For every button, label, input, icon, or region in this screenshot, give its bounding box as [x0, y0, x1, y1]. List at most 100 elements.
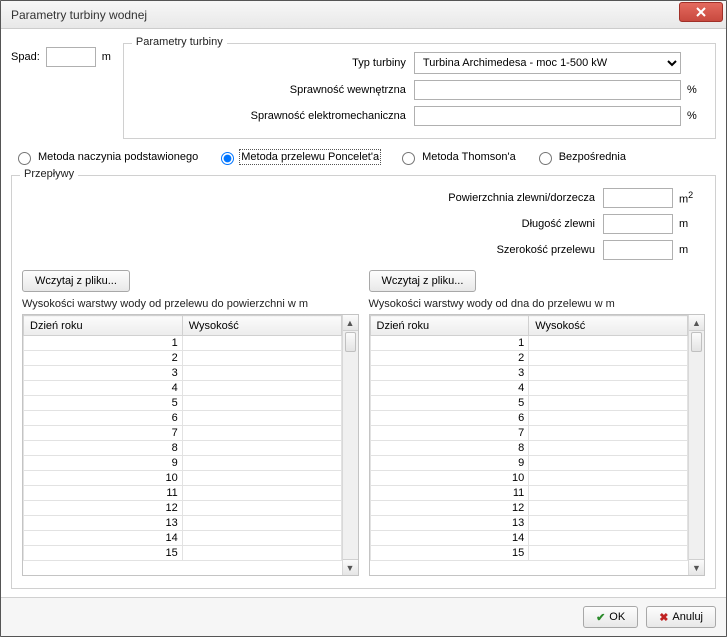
height-cell[interactable] [529, 411, 688, 426]
height-cell[interactable] [529, 486, 688, 501]
day-cell[interactable]: 5 [370, 396, 529, 411]
day-cell[interactable]: 2 [370, 351, 529, 366]
spad-input[interactable] [46, 47, 96, 67]
table-row[interactable]: 7 [24, 426, 342, 441]
height-cell[interactable] [182, 456, 341, 471]
height-cell[interactable] [182, 426, 341, 441]
height-cell[interactable] [529, 381, 688, 396]
day-cell[interactable]: 4 [24, 381, 183, 396]
height-cell[interactable] [529, 366, 688, 381]
day-cell[interactable]: 3 [24, 366, 183, 381]
day-cell[interactable]: 7 [24, 426, 183, 441]
table-row[interactable]: 1 [370, 336, 688, 351]
height-cell[interactable] [529, 471, 688, 486]
table-row[interactable]: 4 [370, 381, 688, 396]
table-row[interactable]: 6 [370, 411, 688, 426]
table-row[interactable]: 15 [24, 546, 342, 561]
day-cell[interactable]: 12 [370, 501, 529, 516]
eff-em-input[interactable] [414, 106, 681, 126]
table-row[interactable]: 3 [370, 366, 688, 381]
cancel-button[interactable]: ✖ Anuluj [646, 606, 716, 628]
height-cell[interactable] [182, 546, 341, 561]
height-cell[interactable] [529, 441, 688, 456]
height-cell[interactable] [182, 531, 341, 546]
scroll-up-icon[interactable]: ▲ [689, 315, 704, 331]
table-row[interactable]: 10 [370, 471, 688, 486]
height-cell[interactable] [182, 411, 341, 426]
day-cell[interactable]: 13 [370, 516, 529, 531]
table-row[interactable]: 8 [370, 441, 688, 456]
day-cell[interactable]: 3 [370, 366, 529, 381]
table-row[interactable]: 15 [370, 546, 688, 561]
length-input[interactable] [603, 214, 673, 234]
day-cell[interactable]: 6 [24, 411, 183, 426]
left-col-day[interactable]: Dzień roku [24, 316, 183, 336]
height-cell[interactable] [529, 546, 688, 561]
day-cell[interactable]: 13 [24, 516, 183, 531]
table-row[interactable]: 9 [24, 456, 342, 471]
height-cell[interactable] [182, 486, 341, 501]
day-cell[interactable]: 14 [24, 531, 183, 546]
height-cell[interactable] [182, 501, 341, 516]
method-option-3[interactable]: Metoda Thomson'a [397, 149, 516, 165]
day-cell[interactable]: 2 [24, 351, 183, 366]
table-row[interactable]: 12 [370, 501, 688, 516]
day-cell[interactable]: 11 [370, 486, 529, 501]
table-row[interactable]: 9 [370, 456, 688, 471]
scroll-up-icon[interactable]: ▲ [343, 315, 358, 331]
day-cell[interactable]: 15 [24, 546, 183, 561]
ok-button[interactable]: ✔ OK [583, 606, 638, 628]
right-col-day[interactable]: Dzień roku [370, 316, 529, 336]
table-row[interactable]: 13 [370, 516, 688, 531]
day-cell[interactable]: 12 [24, 501, 183, 516]
table-row[interactable]: 2 [24, 351, 342, 366]
height-cell[interactable] [182, 351, 341, 366]
height-cell[interactable] [529, 351, 688, 366]
scroll-down-icon[interactable]: ▼ [343, 559, 358, 575]
table-row[interactable]: 6 [24, 411, 342, 426]
load-file-button-right[interactable]: Wczytaj z pliku... [369, 270, 477, 292]
day-cell[interactable]: 5 [24, 396, 183, 411]
height-cell[interactable] [529, 426, 688, 441]
height-cell[interactable] [529, 501, 688, 516]
left-scrollbar[interactable]: ▲ ▼ [342, 315, 358, 575]
height-cell[interactable] [182, 516, 341, 531]
close-button[interactable] [679, 2, 723, 22]
height-cell[interactable] [182, 471, 341, 486]
day-cell[interactable]: 14 [370, 531, 529, 546]
day-cell[interactable]: 8 [370, 441, 529, 456]
day-cell[interactable]: 7 [370, 426, 529, 441]
table-row[interactable]: 3 [24, 366, 342, 381]
area-input[interactable] [603, 188, 673, 208]
table-row[interactable]: 8 [24, 441, 342, 456]
height-cell[interactable] [182, 396, 341, 411]
day-cell[interactable]: 6 [370, 411, 529, 426]
table-row[interactable]: 14 [370, 531, 688, 546]
scroll-thumb[interactable] [345, 332, 356, 352]
height-cell[interactable] [529, 531, 688, 546]
height-cell[interactable] [529, 336, 688, 351]
scroll-thumb[interactable] [691, 332, 702, 352]
height-cell[interactable] [182, 336, 341, 351]
day-cell[interactable]: 9 [24, 456, 183, 471]
day-cell[interactable]: 1 [370, 336, 529, 351]
height-cell[interactable] [182, 441, 341, 456]
day-cell[interactable]: 1 [24, 336, 183, 351]
turbine-type-select[interactable]: Turbina Archimedesa - moc 1-500 kW [414, 52, 681, 74]
table-row[interactable]: 1 [24, 336, 342, 351]
height-cell[interactable] [182, 366, 341, 381]
table-row[interactable]: 5 [24, 396, 342, 411]
day-cell[interactable]: 10 [24, 471, 183, 486]
day-cell[interactable]: 10 [370, 471, 529, 486]
height-cell[interactable] [529, 396, 688, 411]
table-row[interactable]: 12 [24, 501, 342, 516]
day-cell[interactable]: 9 [370, 456, 529, 471]
height-cell[interactable] [182, 381, 341, 396]
right-scrollbar[interactable]: ▲ ▼ [688, 315, 704, 575]
table-row[interactable]: 7 [370, 426, 688, 441]
table-row[interactable]: 4 [24, 381, 342, 396]
day-cell[interactable]: 8 [24, 441, 183, 456]
scroll-down-icon[interactable]: ▼ [689, 559, 704, 575]
day-cell[interactable]: 4 [370, 381, 529, 396]
day-cell[interactable]: 11 [24, 486, 183, 501]
